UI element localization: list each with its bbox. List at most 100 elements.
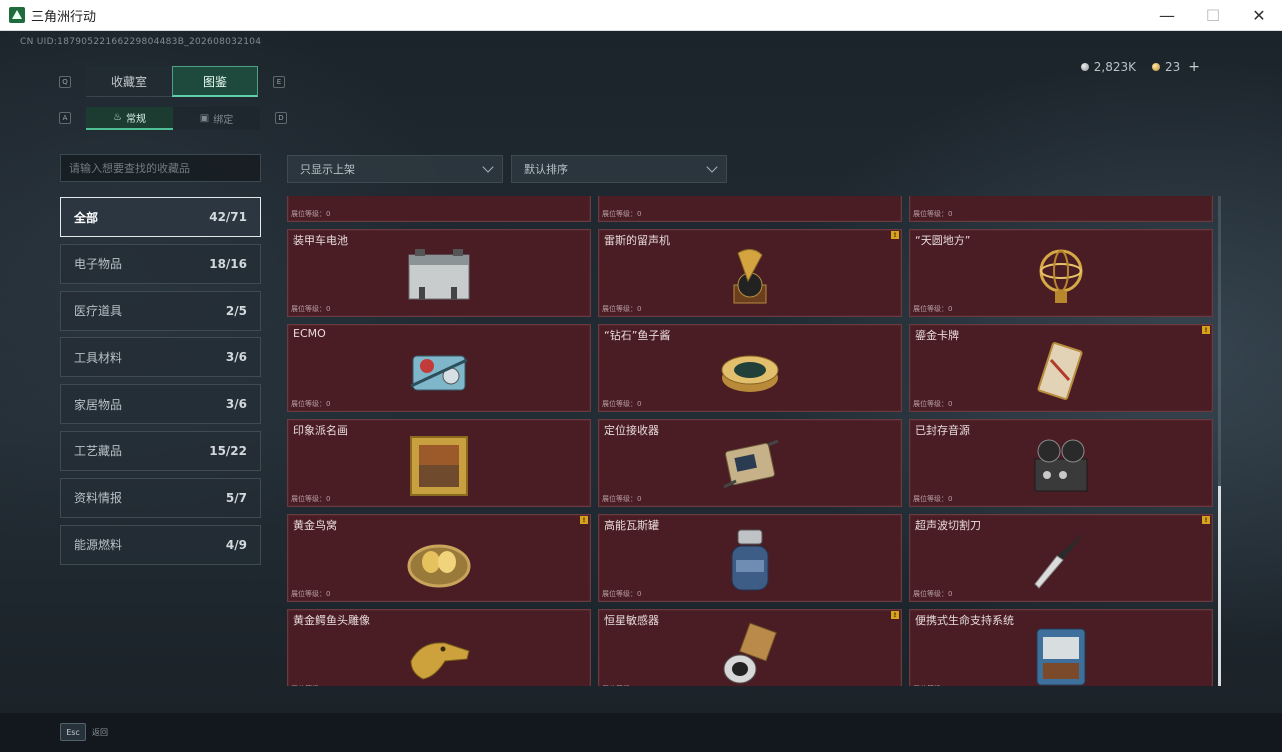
item-name: 高能瓦斯罐 (604, 519, 659, 532)
subtab-regular-label: 常规 (125, 114, 146, 125)
subtab-regular[interactable]: ♨ 常规 (86, 107, 173, 130)
collection-card[interactable]: “天圆地方” 展位等级：0 (909, 229, 1213, 317)
tab-collection-room[interactable]: 收藏室 (86, 66, 172, 97)
booth-level: 展位等级：0 (913, 305, 953, 313)
sort-dropdown[interactable]: 默认排序 (511, 155, 727, 183)
collection-card[interactable]: 雷斯的留声机展位等级：0! (598, 229, 902, 317)
collection-card[interactable]: 展位等级：0 (287, 196, 591, 222)
item-name: 定位接收器 (604, 424, 659, 437)
chevron-down-icon (482, 161, 494, 173)
category-count: 5/7 (225, 490, 247, 505)
category-item[interactable]: 电子物品 18/16 (60, 243, 261, 284)
gas-canister-icon (710, 523, 790, 599)
item-name: ECMO (293, 327, 326, 340)
collection-grid: 展位等级：0 展位等级：0 展位等级：0 装甲车电池 展位等级：0 雷斯的留声机 展位等级：… (287, 196, 1213, 686)
item-name: 已封存音源 (915, 424, 970, 437)
collection-card[interactable]: 展位等级：0 (909, 196, 1213, 222)
category-list: 全部 42/71 电子物品 18/16 医疗道具 2/5 工具材料 3/6 家居物品 3/6 工艺藏… (60, 197, 261, 571)
reel-recorder-icon (1021, 428, 1101, 504)
category-count: 4/9 (225, 537, 247, 552)
esc-key-icon: Esc (60, 723, 86, 741)
collection-card[interactable]: 恒星敏感器展位等级：0! (598, 609, 902, 686)
collection-card[interactable]: 展位等级：0 (598, 196, 902, 222)
category-count: 3/6 (225, 350, 247, 365)
app-logo-icon (9, 7, 25, 23)
partial-item-icon (710, 196, 790, 219)
item-name: 便携式生命支持系统 (915, 614, 1014, 627)
category-label: 资料情报 (74, 491, 123, 506)
back-label: 返回 (92, 727, 108, 737)
keyhint-next-subtab: D (275, 112, 287, 124)
category-count: 42/71 (209, 210, 247, 224)
shelf-filter-value: 只显示上架 (300, 163, 355, 176)
booth-level: 展位等级：0 (913, 495, 953, 503)
shelf-filter-dropdown[interactable]: 只显示上架 (287, 155, 503, 183)
close-button[interactable]: ✕ (1236, 0, 1282, 31)
item-name: “钻石”鱼子酱 (604, 329, 671, 342)
collection-card[interactable]: 超声波切割刀 展位等级：0! (909, 514, 1213, 602)
scrollbar-thumb[interactable] (1218, 486, 1221, 686)
collection-card[interactable]: 印象派名画 展位等级：0 (287, 419, 591, 507)
category-count: 15/22 (209, 443, 247, 458)
collection-card[interactable]: 已封存音源展位等级：0 (909, 419, 1213, 507)
add-currency-button[interactable]: + (1188, 59, 1200, 75)
booth-level: 展位等级：0 (602, 590, 642, 598)
booth-level: 展位等级：0 (913, 400, 953, 408)
grid-scrollbar[interactable] (1218, 196, 1221, 686)
category-count: 18/16 (209, 256, 247, 271)
collection-card[interactable]: 便携式生命支持系统展位等级：0 (909, 609, 1213, 686)
category-item[interactable]: 全部 42/71 (60, 197, 261, 237)
collection-card[interactable]: 黄金鳄鱼头雕像展位等级：0 (287, 609, 591, 686)
booth-level: 展位等级：0 (291, 684, 330, 686)
collection-card[interactable]: ECMO 展位等级：0 (287, 324, 591, 412)
item-name: 超声波切割刀 (915, 519, 981, 532)
sort-value: 默认排序 (524, 163, 568, 176)
category-item[interactable]: 医疗道具 2/5 (60, 290, 261, 331)
category-item[interactable]: 资料情报 5/7 (60, 477, 261, 518)
collection-card[interactable]: 定位接收器 展位等级：0 (598, 419, 902, 507)
tab-catalog[interactable]: 图鉴 (172, 66, 258, 97)
category-label: 电子物品 (74, 257, 123, 272)
main-tabs: 收藏室 图鉴 (86, 66, 258, 97)
item-name: 黄金鸟窝 (293, 519, 337, 532)
collection-card[interactable]: 装甲车电池 展位等级：0 (287, 229, 591, 317)
search-input[interactable] (60, 154, 261, 182)
collection-card[interactable]: “钻石”鱼子酱 展位等级：0 (598, 324, 902, 412)
collection-card[interactable]: 黄金鸟窝展位等级：0! (287, 514, 591, 602)
bottom-bar (0, 713, 1282, 752)
back-button[interactable]: Esc 返回 (60, 723, 108, 741)
flame-icon: ♨ (113, 112, 122, 123)
booth-level: 展位等级：0 (602, 305, 642, 313)
item-name: 印象派名画 (293, 424, 348, 437)
item-name: 鎏金卡牌 (915, 329, 959, 342)
category-item[interactable]: 能源燃料 4/9 (60, 524, 261, 565)
currency-bar: 2,823K 23 + (1080, 59, 1200, 75)
new-badge-icon: ! (891, 231, 899, 239)
booth-level: 展位等级：0 (602, 210, 642, 218)
category-item[interactable]: 工具材料 3/6 (60, 337, 261, 378)
subtab-bound[interactable]: ▣ 绑定 (173, 107, 260, 130)
item-name: 黄金鳄鱼头雕像 (293, 614, 370, 627)
booth-level: 展位等级：0 (913, 684, 952, 686)
booth-level: 展位等级：0 (291, 590, 331, 598)
subtab-bound-label: 绑定 (213, 115, 234, 126)
category-label: 家居物品 (74, 397, 123, 412)
item-name: “天圆地方” (915, 234, 971, 247)
category-label: 工具材料 (74, 350, 123, 365)
item-name: 雷斯的留声机 (604, 234, 670, 247)
minimize-button[interactable]: — (1144, 0, 1190, 31)
new-badge-icon: ! (1202, 516, 1210, 524)
new-badge-icon: ! (580, 516, 588, 524)
category-label: 工艺藏品 (74, 444, 123, 459)
collection-card[interactable]: 高能瓦斯罐展位等级：0 (598, 514, 902, 602)
collection-card[interactable]: 鎏金卡牌 展位等级：0! (909, 324, 1213, 412)
gold-card-icon (1021, 333, 1101, 409)
window-title: 三角洲行动 (31, 9, 97, 25)
life-support-icon (1021, 618, 1101, 686)
keyhint-prev-tab: Q (59, 76, 71, 88)
category-item[interactable]: 工艺藏品 15/22 (60, 430, 261, 471)
armillary-sphere-icon (1021, 238, 1101, 314)
category-item[interactable]: 家居物品 3/6 (60, 384, 261, 425)
category-label: 医疗道具 (74, 304, 123, 319)
maximize-button[interactable]: ☐ (1190, 0, 1236, 31)
